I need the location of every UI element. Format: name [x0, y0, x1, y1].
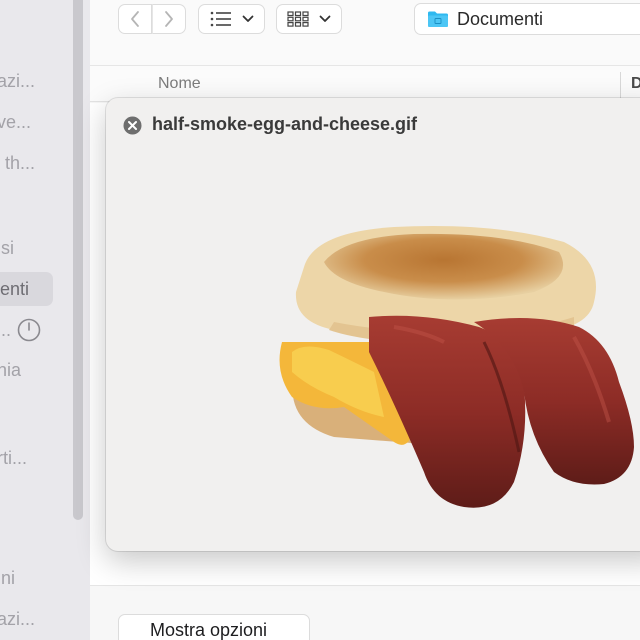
sidebar-item[interactable]: isi: [0, 231, 77, 265]
quicklook-title: half-smoke-egg-and-cheese.gif: [152, 114, 418, 134]
list-view-icon: [210, 11, 231, 27]
chevron-left-icon: [131, 11, 139, 27]
back-button[interactable]: [118, 4, 152, 34]
location-label: Documenti: [457, 8, 544, 29]
column-header: Nome D: [90, 66, 640, 102]
chevron-down-icon: [242, 15, 253, 22]
sidebar: i azi... ve... th... isi enti ... nia rt…: [0, 0, 90, 640]
sidebar-item-label: enti: [0, 279, 30, 299]
sidebar-item[interactable]: rti...: [0, 441, 77, 475]
sidebar-item[interactable]: azi...: [0, 64, 77, 98]
folder-icon: [428, 11, 448, 27]
location-path[interactable]: Documenti: [414, 3, 640, 35]
sidebar-item[interactable]: ...: [0, 313, 10, 347]
quicklook-window: half-smoke-egg-and-cheese.gif: [106, 98, 640, 551]
sidebar-scrollbar[interactable]: [73, 0, 83, 520]
show-options-button[interactable]: Mostra opzioni: [118, 614, 310, 640]
clock-icon[interactable]: [17, 318, 41, 342]
forward-button[interactable]: [152, 4, 186, 34]
close-icon[interactable]: [123, 116, 142, 135]
column-name-header[interactable]: Nome: [158, 75, 201, 93]
sidebar-item[interactable]: nia: [0, 353, 77, 387]
chevron-right-icon: [165, 11, 173, 27]
sidebar-item[interactable]: ve...: [0, 105, 77, 139]
sidebar-item-documenti[interactable]: enti: [0, 272, 53, 306]
column-divider[interactable]: [620, 72, 621, 98]
column-date-header[interactable]: D: [631, 75, 640, 93]
chevron-down-icon: [319, 15, 331, 22]
sidebar-item[interactable]: i: [0, 23, 77, 57]
preview-image: [279, 226, 634, 508]
group-view-button[interactable]: [276, 4, 342, 34]
grid-view-icon: [287, 11, 309, 27]
list-view-button[interactable]: [198, 4, 265, 34]
sidebar-item[interactable]: azi...: [0, 602, 77, 636]
sidebar-item[interactable]: ini: [0, 561, 77, 595]
